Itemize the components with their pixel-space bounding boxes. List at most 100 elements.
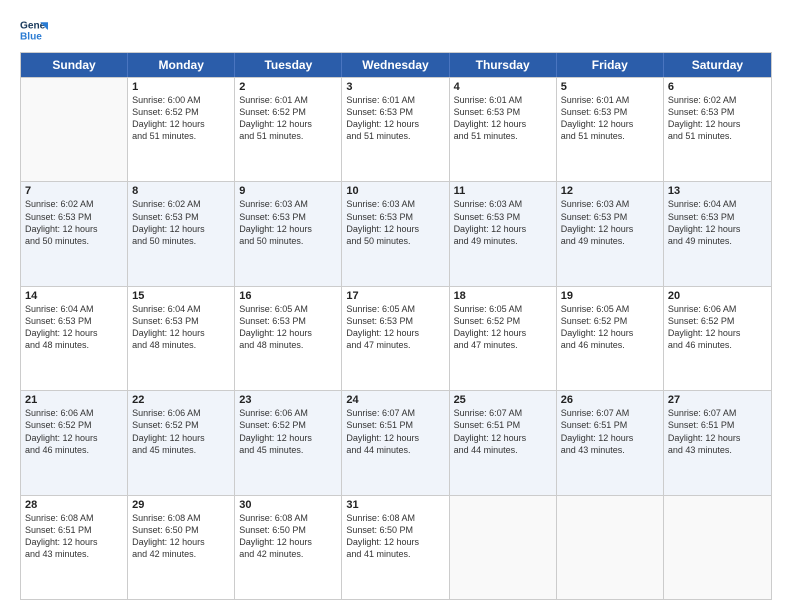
calendar-row-3: 14Sunrise: 6:04 AM Sunset: 6:53 PM Dayli… [21,286,771,390]
calendar-day-18: 18Sunrise: 6:05 AM Sunset: 6:52 PM Dayli… [450,287,557,390]
day-info: Sunrise: 6:07 AM Sunset: 6:51 PM Dayligh… [668,407,767,456]
calendar-day-4: 4Sunrise: 6:01 AM Sunset: 6:53 PM Daylig… [450,78,557,181]
calendar-day-5: 5Sunrise: 6:01 AM Sunset: 6:53 PM Daylig… [557,78,664,181]
day-info: Sunrise: 6:05 AM Sunset: 6:52 PM Dayligh… [561,303,659,352]
calendar-day-22: 22Sunrise: 6:06 AM Sunset: 6:52 PM Dayli… [128,391,235,494]
day-info: Sunrise: 6:04 AM Sunset: 6:53 PM Dayligh… [25,303,123,352]
day-number: 29 [132,499,230,511]
day-number: 23 [239,394,337,406]
weekday-header-friday: Friday [557,53,664,77]
day-number: 10 [346,185,444,197]
day-number: 3 [346,81,444,93]
calendar-day-30: 30Sunrise: 6:08 AM Sunset: 6:50 PM Dayli… [235,496,342,599]
day-number: 25 [454,394,552,406]
header: General Blue [20,16,772,44]
day-info: Sunrise: 6:05 AM Sunset: 6:53 PM Dayligh… [346,303,444,352]
day-info: Sunrise: 6:06 AM Sunset: 6:52 PM Dayligh… [239,407,337,456]
day-info: Sunrise: 6:03 AM Sunset: 6:53 PM Dayligh… [346,198,444,247]
calendar-day-empty [557,496,664,599]
weekday-header-tuesday: Tuesday [235,53,342,77]
weekday-header-thursday: Thursday [450,53,557,77]
calendar-day-29: 29Sunrise: 6:08 AM Sunset: 6:50 PM Dayli… [128,496,235,599]
day-info: Sunrise: 6:07 AM Sunset: 6:51 PM Dayligh… [346,407,444,456]
day-number: 2 [239,81,337,93]
day-number: 15 [132,290,230,302]
day-info: Sunrise: 6:05 AM Sunset: 6:52 PM Dayligh… [454,303,552,352]
day-info: Sunrise: 6:06 AM Sunset: 6:52 PM Dayligh… [25,407,123,456]
calendar-day-27: 27Sunrise: 6:07 AM Sunset: 6:51 PM Dayli… [664,391,771,494]
weekday-header-wednesday: Wednesday [342,53,449,77]
day-info: Sunrise: 6:02 AM Sunset: 6:53 PM Dayligh… [25,198,123,247]
day-info: Sunrise: 6:02 AM Sunset: 6:53 PM Dayligh… [132,198,230,247]
day-info: Sunrise: 6:04 AM Sunset: 6:53 PM Dayligh… [132,303,230,352]
calendar-body: 1Sunrise: 6:00 AM Sunset: 6:52 PM Daylig… [21,77,771,599]
calendar-row-2: 7Sunrise: 6:02 AM Sunset: 6:53 PM Daylig… [21,181,771,285]
day-number: 27 [668,394,767,406]
day-info: Sunrise: 6:04 AM Sunset: 6:53 PM Dayligh… [668,198,767,247]
day-info: Sunrise: 6:00 AM Sunset: 6:52 PM Dayligh… [132,94,230,143]
day-number: 12 [561,185,659,197]
calendar-day-28: 28Sunrise: 6:08 AM Sunset: 6:51 PM Dayli… [21,496,128,599]
calendar-day-11: 11Sunrise: 6:03 AM Sunset: 6:53 PM Dayli… [450,182,557,285]
day-number: 28 [25,499,123,511]
day-info: Sunrise: 6:07 AM Sunset: 6:51 PM Dayligh… [454,407,552,456]
day-info: Sunrise: 6:01 AM Sunset: 6:53 PM Dayligh… [561,94,659,143]
day-info: Sunrise: 6:03 AM Sunset: 6:53 PM Dayligh… [454,198,552,247]
calendar-day-1: 1Sunrise: 6:00 AM Sunset: 6:52 PM Daylig… [128,78,235,181]
day-info: Sunrise: 6:08 AM Sunset: 6:51 PM Dayligh… [25,512,123,561]
calendar-day-12: 12Sunrise: 6:03 AM Sunset: 6:53 PM Dayli… [557,182,664,285]
calendar-header: SundayMondayTuesdayWednesdayThursdayFrid… [21,53,771,77]
calendar-day-empty [450,496,557,599]
day-info: Sunrise: 6:01 AM Sunset: 6:53 PM Dayligh… [454,94,552,143]
day-number: 20 [668,290,767,302]
calendar-day-empty [21,78,128,181]
calendar-day-6: 6Sunrise: 6:02 AM Sunset: 6:53 PM Daylig… [664,78,771,181]
weekday-header-sunday: Sunday [21,53,128,77]
day-number: 13 [668,185,767,197]
day-info: Sunrise: 6:08 AM Sunset: 6:50 PM Dayligh… [239,512,337,561]
calendar-day-3: 3Sunrise: 6:01 AM Sunset: 6:53 PM Daylig… [342,78,449,181]
day-number: 24 [346,394,444,406]
calendar-day-21: 21Sunrise: 6:06 AM Sunset: 6:52 PM Dayli… [21,391,128,494]
calendar-day-24: 24Sunrise: 6:07 AM Sunset: 6:51 PM Dayli… [342,391,449,494]
day-number: 16 [239,290,337,302]
day-number: 31 [346,499,444,511]
day-info: Sunrise: 6:02 AM Sunset: 6:53 PM Dayligh… [668,94,767,143]
day-number: 5 [561,81,659,93]
day-info: Sunrise: 6:06 AM Sunset: 6:52 PM Dayligh… [132,407,230,456]
calendar-day-26: 26Sunrise: 6:07 AM Sunset: 6:51 PM Dayli… [557,391,664,494]
day-number: 21 [25,394,123,406]
svg-text:Blue: Blue [20,31,42,42]
weekday-header-monday: Monday [128,53,235,77]
day-info: Sunrise: 6:01 AM Sunset: 6:53 PM Dayligh… [346,94,444,143]
day-number: 7 [25,185,123,197]
day-info: Sunrise: 6:08 AM Sunset: 6:50 PM Dayligh… [132,512,230,561]
day-number: 1 [132,81,230,93]
calendar-day-20: 20Sunrise: 6:06 AM Sunset: 6:52 PM Dayli… [664,287,771,390]
calendar-day-10: 10Sunrise: 6:03 AM Sunset: 6:53 PM Dayli… [342,182,449,285]
calendar-day-31: 31Sunrise: 6:08 AM Sunset: 6:50 PM Dayli… [342,496,449,599]
calendar-day-13: 13Sunrise: 6:04 AM Sunset: 6:53 PM Dayli… [664,182,771,285]
calendar-day-9: 9Sunrise: 6:03 AM Sunset: 6:53 PM Daylig… [235,182,342,285]
day-number: 22 [132,394,230,406]
calendar-day-8: 8Sunrise: 6:02 AM Sunset: 6:53 PM Daylig… [128,182,235,285]
calendar-day-19: 19Sunrise: 6:05 AM Sunset: 6:52 PM Dayli… [557,287,664,390]
calendar-row-4: 21Sunrise: 6:06 AM Sunset: 6:52 PM Dayli… [21,390,771,494]
day-info: Sunrise: 6:07 AM Sunset: 6:51 PM Dayligh… [561,407,659,456]
day-info: Sunrise: 6:03 AM Sunset: 6:53 PM Dayligh… [239,198,337,247]
day-info: Sunrise: 6:06 AM Sunset: 6:52 PM Dayligh… [668,303,767,352]
calendar-day-empty [664,496,771,599]
calendar-row-1: 1Sunrise: 6:00 AM Sunset: 6:52 PM Daylig… [21,77,771,181]
day-info: Sunrise: 6:08 AM Sunset: 6:50 PM Dayligh… [346,512,444,561]
day-number: 11 [454,185,552,197]
calendar-day-16: 16Sunrise: 6:05 AM Sunset: 6:53 PM Dayli… [235,287,342,390]
logo-icon: General Blue [20,16,48,44]
day-number: 30 [239,499,337,511]
day-number: 18 [454,290,552,302]
calendar-day-7: 7Sunrise: 6:02 AM Sunset: 6:53 PM Daylig… [21,182,128,285]
day-number: 17 [346,290,444,302]
calendar-page: General Blue SundayMondayTuesdayWednesda… [0,0,792,612]
calendar-day-15: 15Sunrise: 6:04 AM Sunset: 6:53 PM Dayli… [128,287,235,390]
logo: General Blue [20,16,48,44]
weekday-header-saturday: Saturday [664,53,771,77]
